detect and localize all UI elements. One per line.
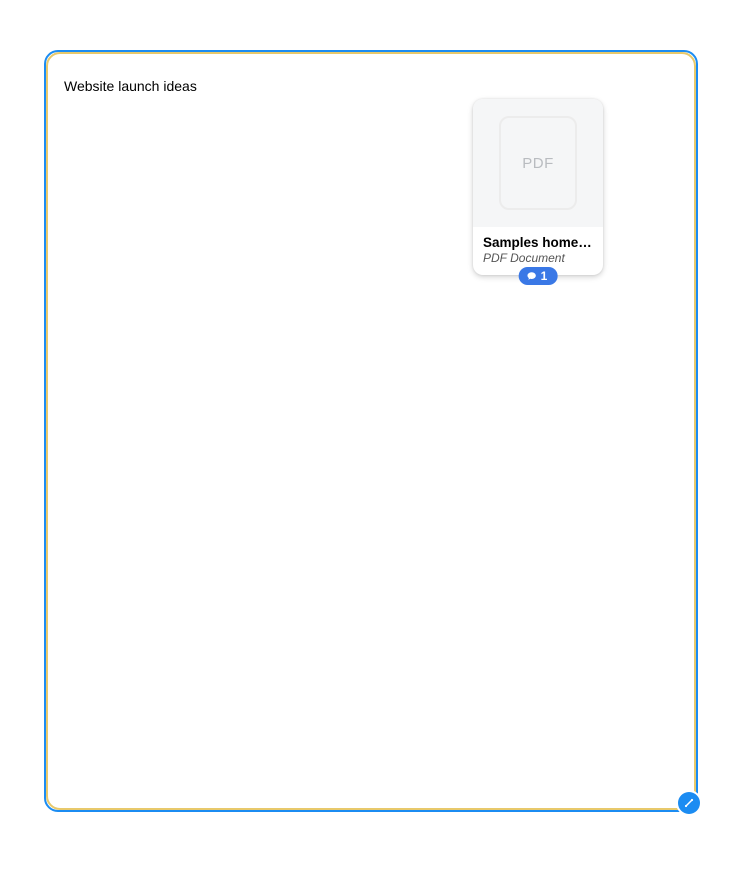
pdf-icon: PDF bbox=[499, 116, 577, 210]
file-name: Samples home page.pdf bbox=[483, 235, 593, 250]
comment-count: 1 bbox=[541, 270, 548, 282]
comment-count-badge[interactable]: 1 bbox=[519, 267, 558, 285]
file-thumbnail-area: PDF bbox=[473, 99, 603, 227]
file-attachment-card[interactable]: PDF Samples home page.pdf PDF Document 1 bbox=[473, 99, 603, 275]
resize-handle[interactable] bbox=[678, 792, 700, 814]
pdf-icon-label: PDF bbox=[522, 155, 554, 172]
canvas-title[interactable]: Website launch ideas bbox=[64, 78, 197, 94]
comment-icon bbox=[527, 271, 537, 281]
file-type-label: PDF Document bbox=[483, 251, 593, 265]
resize-icon bbox=[683, 797, 695, 809]
